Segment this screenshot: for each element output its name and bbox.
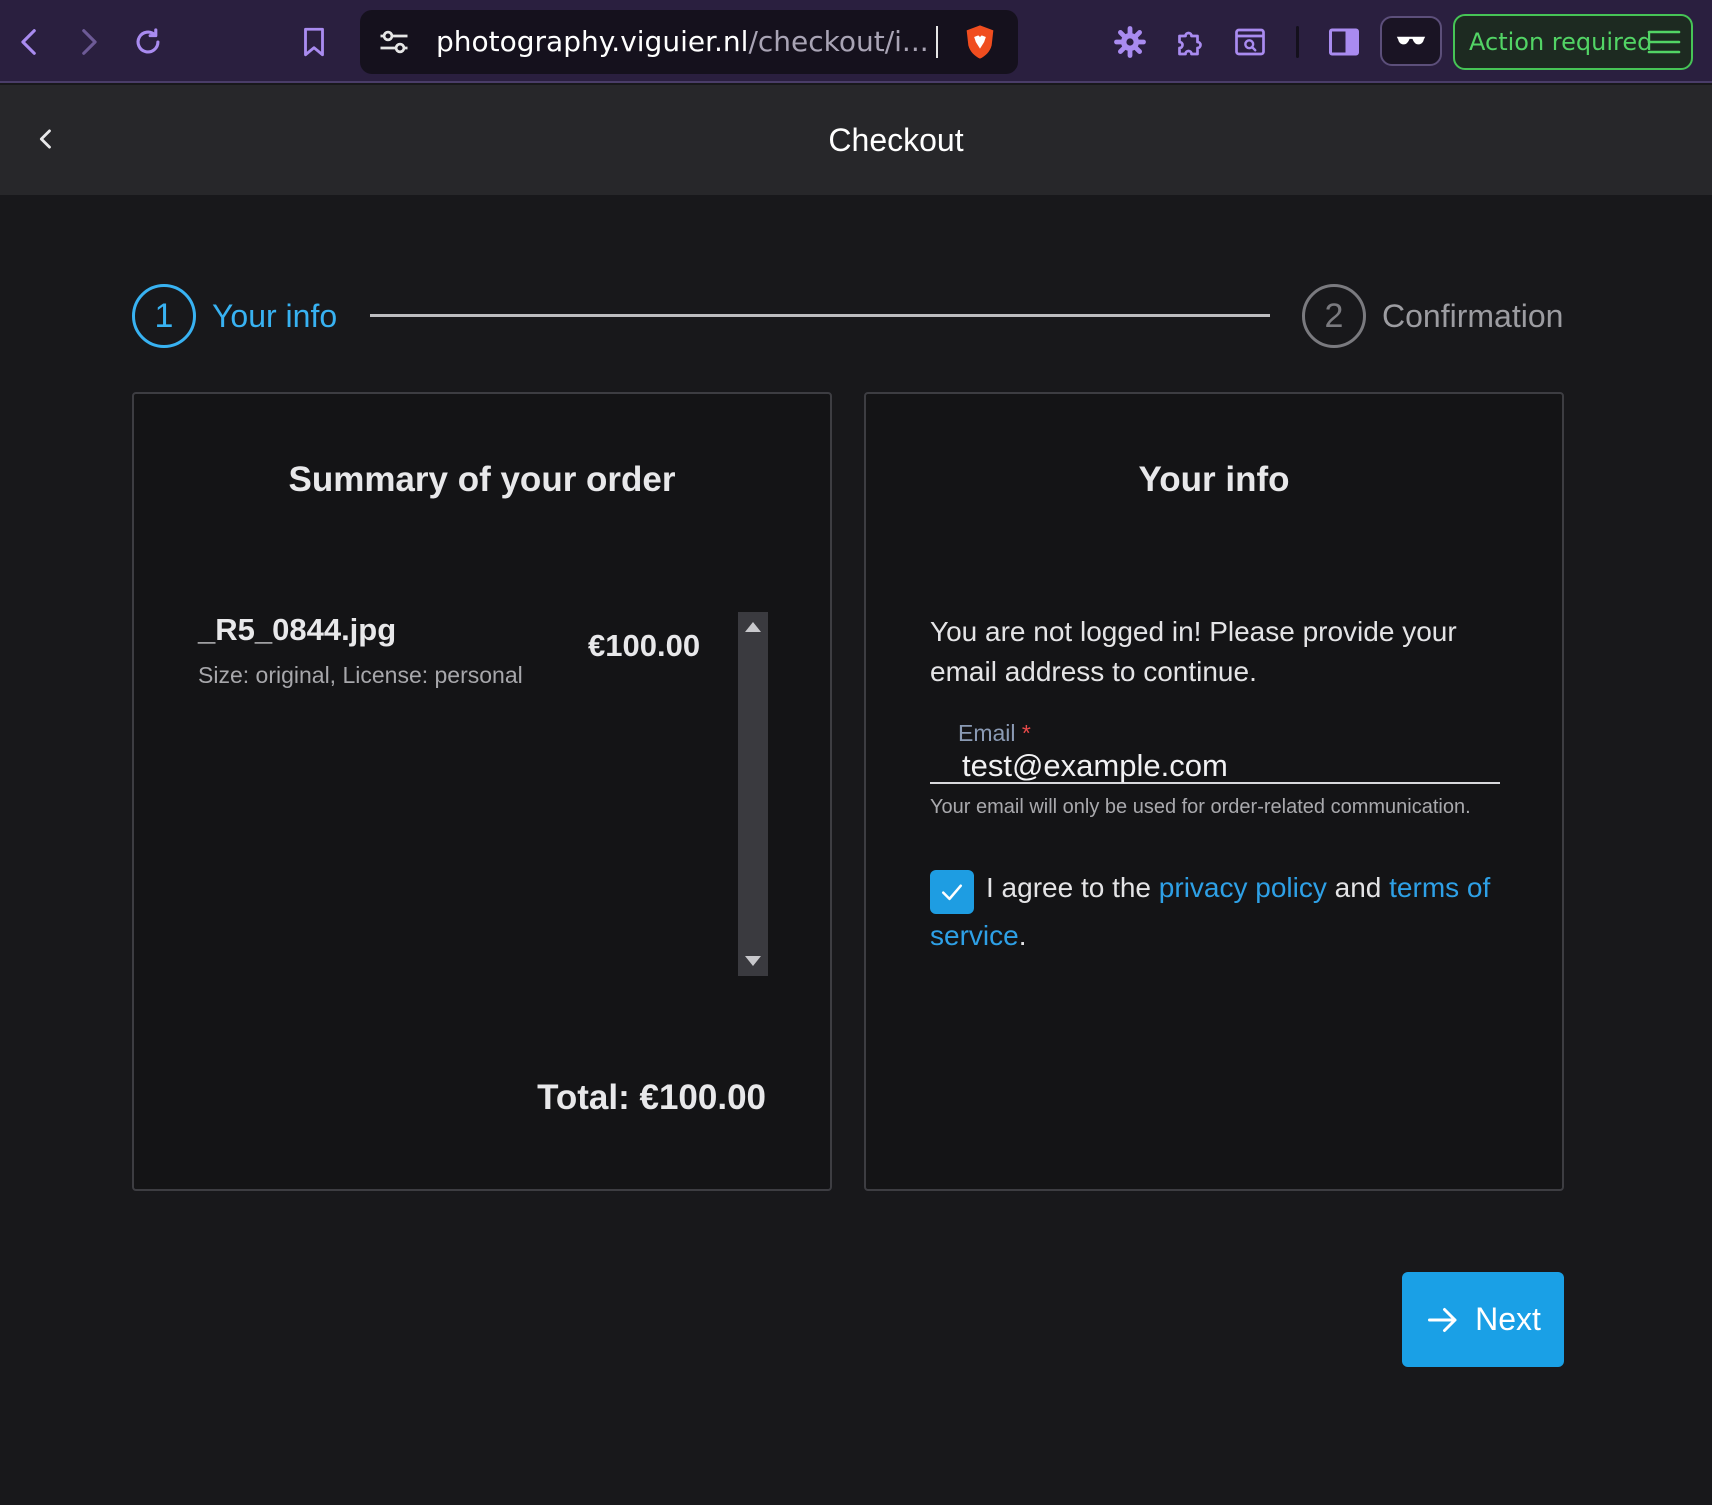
email-label-text: Email (958, 720, 1016, 746)
next-label: Next (1475, 1301, 1541, 1337)
reader-mode-button[interactable] (1380, 16, 1442, 66)
step-2-label: Confirmation (1382, 298, 1564, 334)
url-host: photography.viguier.nl (436, 25, 749, 58)
item-price: €100.00 (588, 628, 701, 663)
toolbar-divider (1296, 26, 1299, 58)
site-settings-icon[interactable] (376, 24, 412, 60)
app-header: Checkout (0, 85, 1712, 195)
item-meta: Size: original, License: personal (198, 662, 523, 688)
screenshot-search-icon[interactable] (1228, 20, 1272, 64)
your-info-card: Your info You are not logged in! Please … (864, 392, 1564, 1191)
email-field[interactable]: Email * test@example.com (930, 704, 1500, 784)
address-bar[interactable]: photography.viguier.nl/checkout/i... (360, 10, 1018, 74)
order-item-list: _R5_0844.jpg Size: original, License: pe… (198, 612, 774, 976)
item-name: _R5_0844.jpg (198, 612, 397, 647)
required-marker: * (1021, 720, 1031, 746)
browser-toolbar: photography.viguier.nl/checkout/i... Act… (0, 0, 1712, 83)
url-divider (936, 26, 938, 58)
stepper-line (370, 314, 1270, 317)
bookmark-icon[interactable] (292, 20, 336, 64)
menu-icon (1647, 30, 1681, 54)
email-label: Email * (958, 720, 1031, 747)
reload-icon[interactable] (126, 20, 170, 64)
scroll-down-icon[interactable] (745, 956, 761, 966)
privacy-policy-link[interactable]: privacy policy (1159, 872, 1327, 903)
email-input[interactable]: test@example.com (962, 748, 1228, 784)
agree-text: I agree to the privacy policy and terms … (930, 864, 1510, 960)
step-1-label: Your info (212, 298, 338, 334)
extensions-icon[interactable] (1168, 20, 1212, 64)
login-notice: You are not logged in! Please provide yo… (930, 616, 1457, 687)
step-1-number: 1 (132, 284, 196, 348)
order-summary-card: Summary of your order _R5_0844.jpg Size:… (132, 392, 832, 1191)
url-text[interactable]: photography.viguier.nl/checkout/i... (436, 10, 929, 74)
order-summary-title: Summary of your order (288, 460, 676, 499)
forward-icon[interactable] (66, 20, 110, 64)
step-2-number: 2 (1302, 284, 1366, 348)
your-info-title: Your info (1138, 460, 1290, 499)
email-hint: Your email will only be used for order-r… (930, 796, 1471, 818)
scroll-up-icon[interactable] (745, 622, 761, 632)
sidebar-icon[interactable] (1322, 20, 1366, 64)
action-required-label: Action required (1469, 28, 1653, 56)
agree-and: and (1334, 872, 1382, 903)
chevron-left-icon (39, 129, 51, 149)
page-title: Checkout (828, 122, 964, 158)
arrow-right-icon (1428, 1307, 1457, 1332)
agree-prefix: I agree to the (986, 872, 1152, 903)
agree-suffix: . (1018, 920, 1027, 951)
brave-shield-icon[interactable] (960, 22, 1000, 62)
next-button[interactable]: Next (1402, 1272, 1564, 1367)
back-icon[interactable] (8, 20, 52, 64)
action-required-button[interactable]: Action required (1453, 14, 1693, 70)
order-list-scrollbar[interactable] (738, 612, 768, 976)
order-total: Total: €100.00 (537, 1078, 766, 1117)
reader-mode-icon (1396, 36, 1426, 45)
settings-icon[interactable] (1108, 20, 1152, 64)
url-path: /checkout/i... (748, 25, 929, 58)
back-button[interactable] (24, 117, 68, 161)
